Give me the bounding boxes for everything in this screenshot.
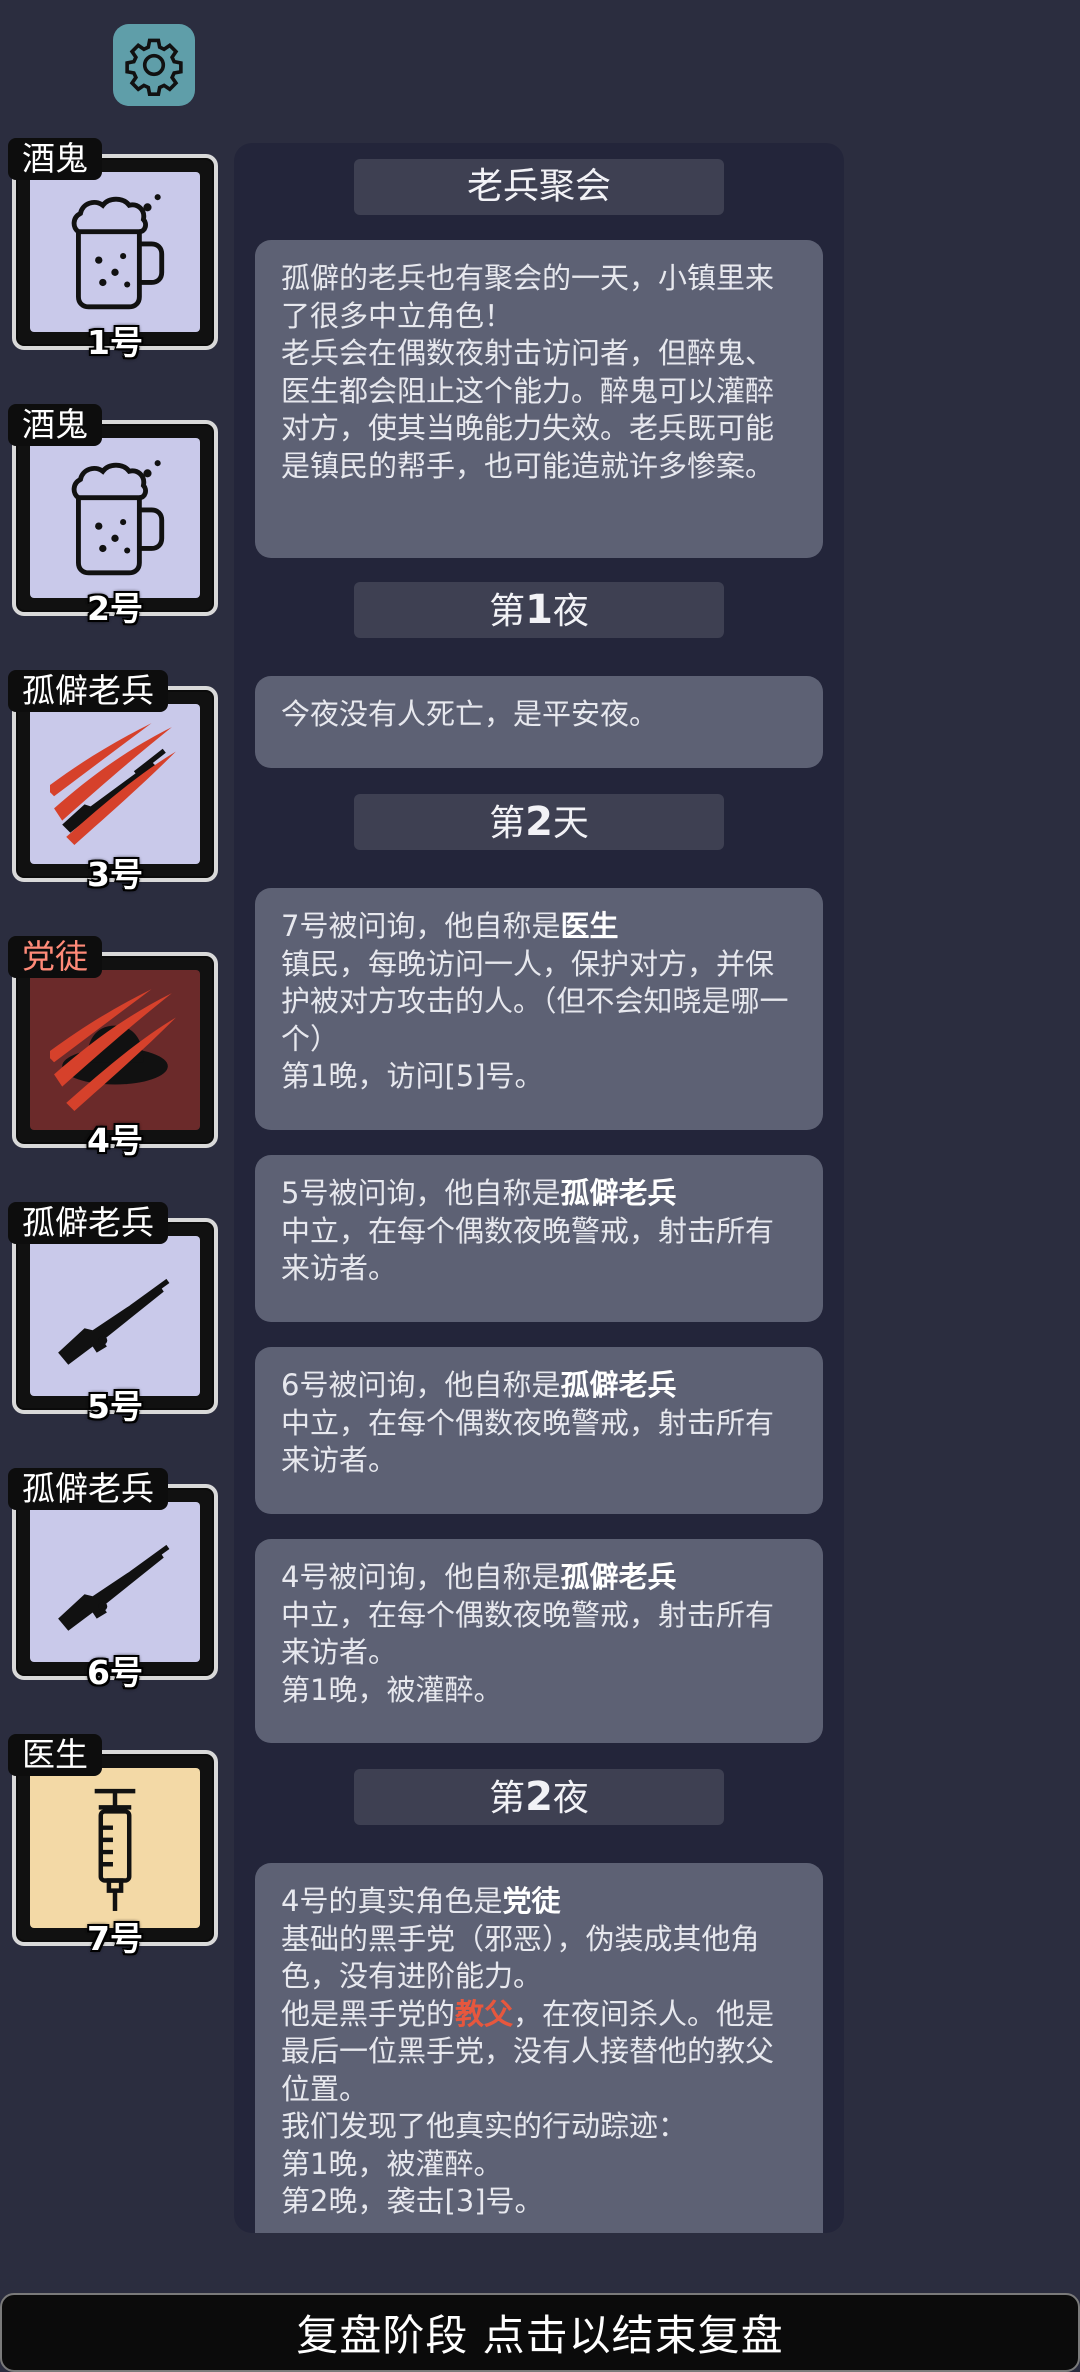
card-role-label: 孤僻老兵	[8, 1468, 168, 1510]
night-1-result: 今夜没有人死亡，是平安夜。	[281, 697, 659, 731]
card-role-label: 医生	[8, 1734, 102, 1776]
fedora-claw-icon	[50, 989, 176, 1111]
night-1-result-bubble: 今夜没有人死亡，是平安夜。	[255, 676, 823, 768]
claim-bubble-7: 7号被问询，他自称是医生 镇民，每晚访问一人，保护对方，并保护被对方攻击的人。（…	[255, 888, 823, 1130]
card-number: 2号	[87, 589, 143, 628]
card-number: 7号	[87, 1919, 143, 1958]
true-role: 党徒	[502, 1884, 561, 1918]
reveal-bubble-4: 4号的真实角色是党徒 基础的黑手党（邪恶），伪装成其他角色，没有进阶能力。 他是…	[255, 1863, 823, 2233]
syringe-icon	[94, 1788, 136, 1911]
card-number: 1号	[87, 323, 143, 362]
beer-mug-icon	[71, 194, 165, 310]
beer-mug-icon	[71, 460, 165, 576]
section-header-night-1: 第1夜	[354, 582, 724, 638]
claimed-role: 孤僻老兵	[560, 1176, 677, 1210]
claim-bubble-4: 4号被问询，他自称是孤僻老兵 中立，在每个偶数夜晚警戒，射击所有来访者。 第1晚…	[255, 1539, 823, 1743]
godfather-highlight: 教父	[455, 1996, 514, 2031]
gear-icon	[125, 38, 183, 96]
claim-bubble-6: 6号被问询，他自称是孤僻老兵 中立，在每个偶数夜晚警戒，射击所有来访者。	[255, 1347, 823, 1514]
player-card-7[interactable]: 医生 7号	[8, 1734, 218, 1958]
player-card-2[interactable]: 酒鬼 2号	[8, 404, 218, 628]
card-role-label: 党徒	[8, 936, 102, 978]
settings-button[interactable]	[113, 24, 195, 106]
log-title: 老兵聚会	[354, 159, 724, 215]
end-review-button[interactable]: 复盘阶段 点击以结束复盘	[0, 2293, 1080, 2372]
intro-line: 老兵会在偶数夜射击访问者，但醉鬼、医生都会阻止这个能力。醉鬼可以灌醉对方，使其当…	[281, 336, 775, 483]
intro-line: 孤僻的老兵也有聚会的一天，小镇里来了很多中立角色！	[281, 261, 775, 333]
claimed-role: 医生	[560, 909, 619, 943]
card-number: 5号	[87, 1387, 143, 1426]
claimed-role: 孤僻老兵	[560, 1368, 677, 1402]
rifle-icon	[58, 1278, 170, 1365]
card-number: 4号	[87, 1121, 143, 1160]
player-card-1[interactable]: 酒鬼 1号	[8, 138, 218, 362]
card-number: 6号	[87, 1653, 143, 1692]
player-card-3[interactable]: 孤僻老兵 3号	[8, 670, 218, 894]
player-card-4[interactable]: 党徒 4号	[8, 936, 218, 1160]
card-role-label: 孤僻老兵	[8, 1202, 168, 1244]
player-card-6[interactable]: 孤僻老兵 6号	[8, 1468, 218, 1692]
review-log-panel[interactable]: 老兵聚会 孤僻的老兵也有聚会的一天，小镇里来了很多中立角色！ 老兵会在偶数夜射击…	[234, 143, 844, 2233]
rifle-icon	[58, 1544, 170, 1631]
card-number: 3号	[87, 855, 143, 894]
card-role-label: 孤僻老兵	[8, 670, 168, 712]
card-role-label: 酒鬼	[8, 138, 102, 180]
intro-bubble: 孤僻的老兵也有聚会的一天，小镇里来了很多中立角色！ 老兵会在偶数夜射击访问者，但…	[255, 240, 823, 558]
player-card-5[interactable]: 孤僻老兵 5号	[8, 1202, 218, 1426]
section-header-night-2: 第2夜	[354, 1769, 724, 1825]
rifle-claw-icon	[50, 723, 176, 845]
section-header-day-2: 第2天	[354, 794, 724, 850]
claim-bubble-5: 5号被问询，他自称是孤僻老兵 中立，在每个偶数夜晚警戒，射击所有来访者。	[255, 1155, 823, 1322]
card-role-label: 酒鬼	[8, 404, 102, 446]
claimed-role: 孤僻老兵	[560, 1560, 677, 1594]
